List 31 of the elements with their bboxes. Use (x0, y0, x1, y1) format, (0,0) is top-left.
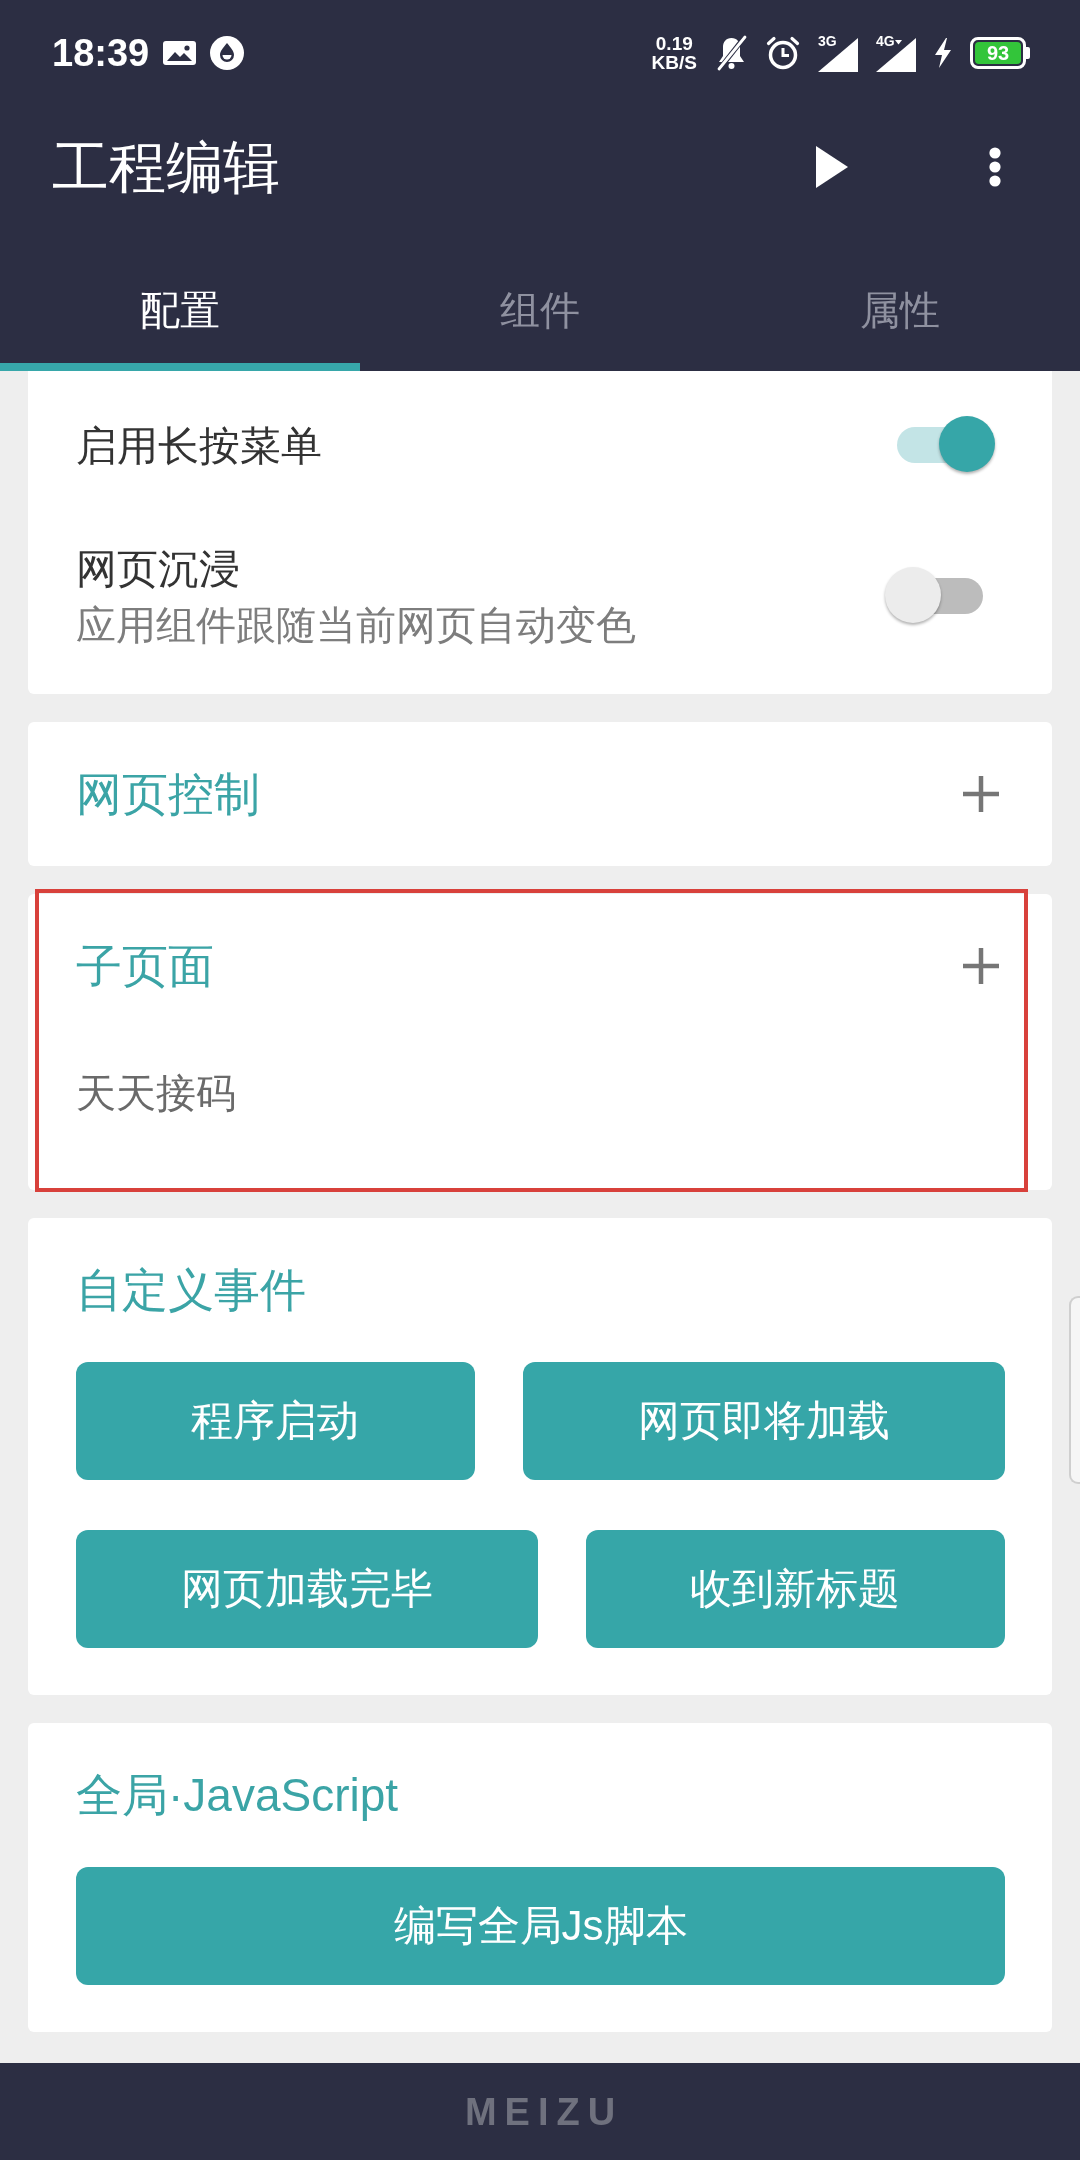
section-title: 子页面 (76, 943, 214, 989)
add-icon[interactable] (963, 948, 999, 984)
edge-handle[interactable] (1069, 1296, 1080, 1484)
brand-logo: MEIZU (464, 2092, 624, 2131)
event-button[interactable]: 网页即将加载 (522, 1362, 1005, 1480)
bell-off-icon (715, 35, 748, 71)
battery-percent: 93 (975, 42, 1021, 64)
play-icon[interactable] (816, 146, 848, 188)
setting-title: 启用长按菜单 (76, 422, 322, 471)
image-icon (163, 41, 197, 65)
event-button[interactable]: 程序启动 (76, 1362, 475, 1480)
tab[interactable]: 组件 (360, 228, 720, 371)
network-speed-value: 0.19 (655, 34, 693, 53)
add-icon[interactable] (963, 776, 999, 812)
network-type-label: 3G (818, 34, 837, 48)
drop-icon (210, 36, 245, 70)
clock-time: 18:39 (52, 34, 150, 72)
section-title: 网页控制 (76, 771, 260, 817)
event-button[interactable]: 收到新标题 (585, 1530, 1005, 1648)
setting-description: 应用组件跟随当前网页自动变色 (76, 602, 636, 649)
event-button[interactable]: 网页加载完毕 (76, 1530, 538, 1648)
event-button[interactable]: 编写全局Js脚本 (76, 1867, 1005, 1985)
tab[interactable]: 属性 (720, 228, 1080, 371)
alarm-clock-icon (766, 36, 800, 70)
network-speed-unit: KB/S (651, 53, 697, 72)
list-item[interactable]: 天天接码 (76, 1038, 1005, 1148)
app-title: 工程编辑 (52, 138, 280, 196)
more-icon[interactable] (989, 147, 1001, 187)
network-type-label: 4G (876, 34, 895, 48)
section-title: 自定义事件 (76, 1267, 306, 1313)
setting-title: 网页沉浸 (76, 545, 241, 594)
